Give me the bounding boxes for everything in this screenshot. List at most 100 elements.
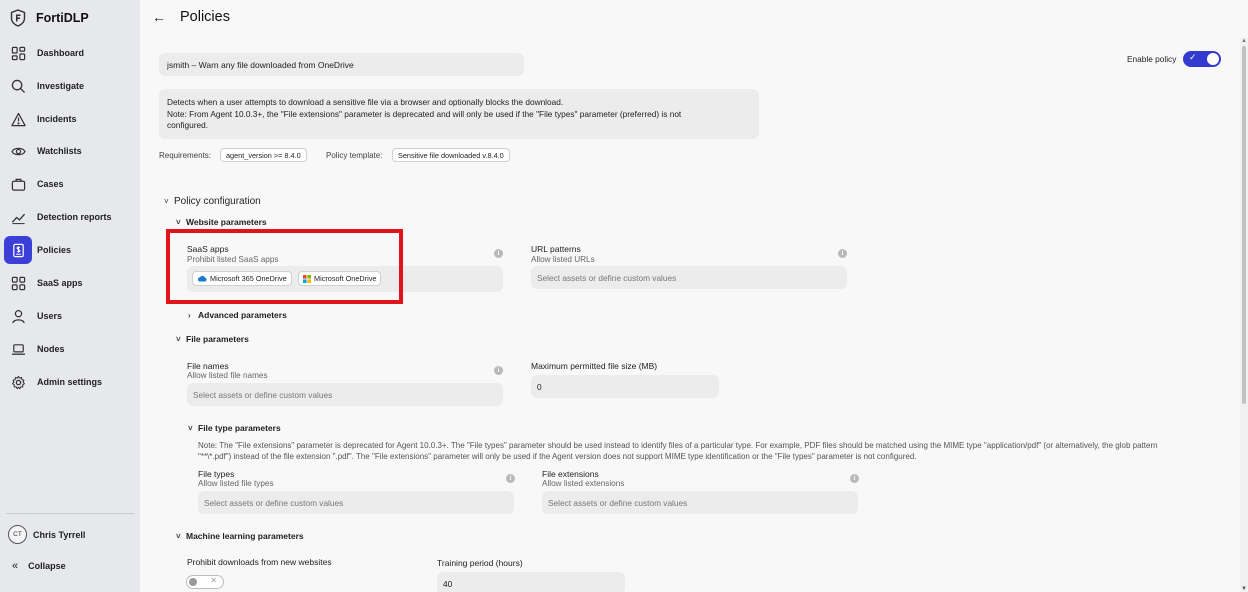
sidebar-item-detection-reports[interactable]: Detection reports <box>4 203 136 231</box>
template-label: Policy template: <box>326 151 383 160</box>
url-patterns-label: URL patterns <box>531 244 581 254</box>
machine-learning-parameters-header[interactable]: ˅ Machine learning parameters <box>176 531 304 541</box>
main-content: ← Policies jsmith – Warn any file downlo… <box>140 0 1248 592</box>
double-chevron-left-icon: « <box>12 560 19 572</box>
training-period-value: 40 <box>443 579 453 589</box>
briefcase-icon <box>4 170 32 198</box>
info-icon[interactable]: i <box>494 366 503 375</box>
template-chip: Sensitive file downloaded v.8.4.0 <box>392 148 510 162</box>
sidebar-item-dashboard[interactable]: Dashboard <box>4 39 136 67</box>
sidebar-item-users[interactable]: Users <box>4 302 136 330</box>
scrollbar-thumb[interactable] <box>1242 46 1246 404</box>
user-name: Chris Tyrrell <box>33 529 86 540</box>
back-arrow-icon[interactable]: ← <box>152 9 166 25</box>
file-names-label: File names <box>187 361 229 371</box>
sidebar-item-label: Policies <box>37 245 72 255</box>
brand[interactable]: FortiDLP <box>10 8 89 28</box>
dashboard-icon <box>4 39 32 67</box>
training-period-label: Training period (hours) <box>437 558 523 568</box>
sidebar-item-label: Investigate <box>37 81 85 91</box>
sidebar-item-admin-settings[interactable]: Admin settings <box>4 368 136 396</box>
training-period-input[interactable]: 40 <box>437 572 625 592</box>
sidebar-item-investigate[interactable]: Investigate <box>4 72 136 100</box>
scroll-up-icon[interactable]: ▲ <box>1241 38 1247 44</box>
info-icon[interactable]: i <box>850 474 859 483</box>
sidebar-item-watchlists[interactable]: Watchlists <box>4 137 136 165</box>
file-extensions-input[interactable]: Select assets or define custom values <box>542 491 858 514</box>
highlight-box <box>166 229 403 304</box>
user-profile[interactable]: CT Chris Tyrrell <box>8 525 85 544</box>
file-extensions-label: File extensions <box>542 469 599 479</box>
chevron-right-icon: › <box>188 311 191 320</box>
scroll-down-icon[interactable]: ▼ <box>1241 586 1247 592</box>
close-icon: ✕ <box>210 576 217 585</box>
sidebar-item-saas-apps[interactable]: SaaS apps <box>4 269 136 297</box>
sidebar-item-label: Nodes <box>37 344 65 354</box>
scrollbar[interactable]: ▲ ▼ <box>1240 38 1248 592</box>
section-title: Website parameters <box>186 217 267 227</box>
toggle-knob <box>1207 53 1219 65</box>
description-line: Detects when a user attempts to download… <box>167 97 564 107</box>
policy-configuration-header[interactable]: ˅ Policy configuration <box>164 196 261 207</box>
enable-policy-label: Enable policy <box>1127 54 1177 64</box>
gear-icon <box>4 368 32 396</box>
laptop-icon <box>4 335 32 363</box>
info-icon[interactable]: i <box>506 474 515 483</box>
toggle-knob <box>189 578 197 586</box>
info-icon[interactable]: i <box>494 249 503 258</box>
file-names-input[interactable]: Select assets or define custom values <box>187 383 503 406</box>
chevron-down-icon: ˅ <box>176 335 181 344</box>
sidebar-item-label: Watchlists <box>37 146 82 156</box>
search-icon <box>4 72 32 100</box>
sidebar-item-label: Admin settings <box>37 377 103 387</box>
user-icon <box>4 302 32 330</box>
file-parameters-header[interactable]: ˅ File parameters <box>176 334 249 344</box>
prohibit-new-websites-label: Prohibit downloads from new websites <box>187 557 332 567</box>
sidebar-item-nodes[interactable]: Nodes <box>4 335 136 363</box>
sidebar-item-incidents[interactable]: Incidents <box>4 105 136 133</box>
collapse-label: Collapse <box>28 561 66 571</box>
policy-icon <box>4 236 32 264</box>
placeholder: Select assets or define custom values <box>548 498 688 508</box>
description-line: Note: From Agent 10.0.3+, the "File exte… <box>167 108 682 119</box>
url-patterns-input[interactable]: Select assets or define custom values <box>531 266 847 289</box>
chevron-down-icon: ˅ <box>164 197 169 206</box>
sidebar-item-label: Incidents <box>37 114 77 124</box>
sidebar-item-label: Cases <box>37 179 64 189</box>
requirements-chip: agent_version >= 8.4.0 <box>220 148 307 162</box>
sidebar-item-policies[interactable]: Policies <box>4 236 136 264</box>
placeholder: Select assets or define custom values <box>193 390 333 400</box>
section-title: Policy configuration <box>174 196 261 207</box>
prohibit-new-websites-toggle[interactable]: ✕ <box>186 575 224 589</box>
file-types-input[interactable]: Select assets or define custom values <box>198 491 514 514</box>
section-title: File type parameters <box>198 423 281 433</box>
max-file-size-label: Maximum permitted file size (MB) <box>531 361 658 371</box>
website-parameters-header[interactable]: ˅ Website parameters <box>176 217 267 227</box>
chevron-down-icon: ˅ <box>176 218 181 227</box>
collapse-button[interactable]: « Collapse <box>12 560 66 572</box>
sidebar-item-label: Dashboard <box>37 48 85 58</box>
avatar: CT <box>8 525 27 544</box>
enable-policy-toggle[interactable]: ✓ <box>1183 51 1221 67</box>
advanced-parameters-header[interactable]: › Advanced parameters <box>188 310 287 320</box>
policy-name-field[interactable]: jsmith – Warn any file downloaded from O… <box>159 53 524 76</box>
file-extensions-sublabel: Allow listed extensions <box>542 479 625 488</box>
section-title: File parameters <box>186 334 249 344</box>
trend-icon <box>4 203 32 231</box>
sidebar-item-label: SaaS apps <box>37 278 83 288</box>
info-icon[interactable]: i <box>838 249 847 258</box>
app-name: FortiDLP <box>36 11 89 25</box>
apps-icon <box>4 269 32 297</box>
eye-icon <box>4 137 32 165</box>
sidebar-item-label: Detection reports <box>37 212 112 222</box>
max-file-size-input[interactable]: 0 <box>531 375 719 398</box>
policy-description-field[interactable]: Detects when a user attempts to download… <box>159 89 759 139</box>
placeholder: Select assets or define custom values <box>537 273 677 283</box>
sidebar-item-cases[interactable]: Cases <box>4 170 136 198</box>
file-type-parameters-header[interactable]: ˅ File type parameters <box>188 423 281 433</box>
section-title: Machine learning parameters <box>186 531 304 541</box>
url-patterns-sublabel: Allow listed URLs <box>531 255 595 264</box>
file-names-sublabel: Allow listed file names <box>187 371 268 380</box>
description-line: configured. <box>167 120 209 130</box>
max-file-size-value: 0 <box>537 382 542 392</box>
